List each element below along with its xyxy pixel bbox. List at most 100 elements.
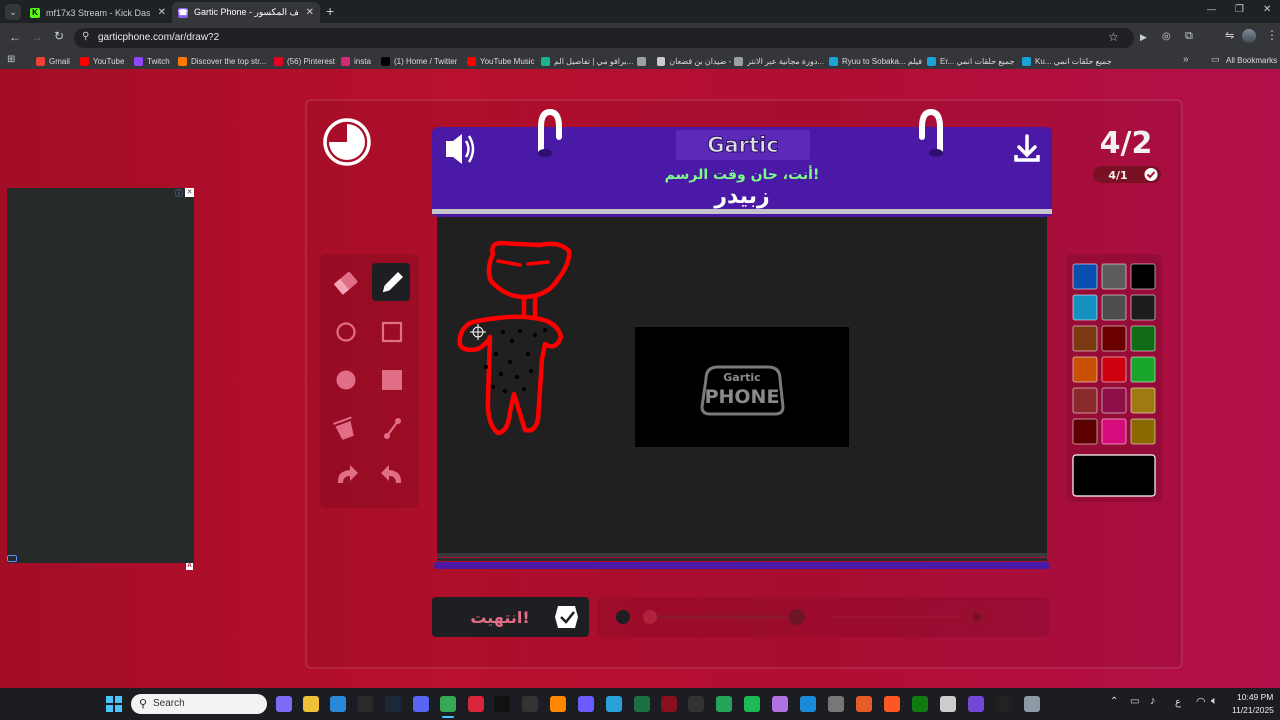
apps-icon[interactable]: ⊞ — [7, 54, 15, 65]
excel-icon[interactable] — [634, 696, 650, 712]
menu-icon[interactable]: ⋮ — [1266, 28, 1278, 42]
tune-icon[interactable]: ⇋ — [1225, 29, 1234, 42]
tray-network-icon[interactable]: ▭ — [1130, 696, 1139, 707]
bookmark-item[interactable]: YouTube Music — [467, 55, 537, 67]
edge-icon[interactable] — [800, 696, 816, 712]
app-play-icon[interactable] — [578, 696, 594, 712]
store-icon[interactable] — [330, 696, 346, 712]
tray-overflow-icon[interactable]: ⌃ — [1110, 696, 1118, 707]
color-swatch[interactable] — [1130, 356, 1156, 383]
color-swatch[interactable] — [1130, 263, 1156, 290]
clock-time[interactable]: 10:49 PM — [1237, 692, 1273, 702]
app-burgundy-icon[interactable] — [661, 696, 677, 712]
site-info-icon[interactable]: ⚲ — [82, 31, 89, 42]
input-language[interactable]: ع — [1175, 697, 1181, 708]
color-swatch[interactable] — [1101, 387, 1127, 414]
color-swatch[interactable] — [1072, 263, 1098, 290]
clipchamp-icon[interactable] — [968, 696, 984, 712]
chrome-icon[interactable] — [440, 696, 456, 712]
start-icon[interactable] — [106, 696, 122, 712]
close-tab-icon[interactable]: ✕ — [158, 7, 166, 18]
color-swatch[interactable] — [1130, 418, 1156, 445]
close-window-button[interactable]: ✕ — [1263, 4, 1271, 15]
bookmark-item[interactable]: (1) Home / Twitter — [381, 55, 463, 67]
address-bar[interactable]: ⚲ garticphone.com/ar/draw?2 ☆ — [74, 28, 1134, 48]
color-swatch[interactable] — [1101, 356, 1127, 383]
bookmark-item[interactable]: Ku... جميع حلقات انمي — [1022, 55, 1112, 67]
brush-size-handle[interactable] — [643, 610, 657, 624]
telegram-icon[interactable] — [606, 696, 622, 712]
clock-date[interactable]: 11/21/2025 — [1232, 705, 1274, 715]
bookmark-item[interactable]: ضيدان بن قضعان -... — [657, 55, 732, 67]
reload-icon[interactable]: ↻ — [54, 29, 64, 43]
spotify-icon[interactable] — [744, 696, 760, 712]
app-red-icon[interactable] — [468, 696, 484, 712]
app-paint-icon[interactable] — [772, 696, 788, 712]
bookmark-favicon-icon — [36, 56, 45, 66]
color-swatch[interactable] — [1072, 294, 1098, 321]
steam-icon[interactable] — [385, 696, 401, 712]
color-swatch[interactable] — [1072, 387, 1098, 414]
bookmark-item[interactable]: (56) Pinterest — [274, 55, 337, 67]
app-minus-icon[interactable] — [688, 696, 704, 712]
bookmark-item[interactable]: Ryuu to Sobaka... فيلم — [829, 55, 924, 67]
capcut-icon[interactable] — [996, 696, 1012, 712]
bookmark-item[interactable]: Twitch — [134, 55, 174, 67]
bookmark-item[interactable] — [637, 55, 651, 67]
app-q-icon[interactable] — [522, 696, 538, 712]
bookmark-item[interactable]: Discover the top str... — [178, 55, 270, 67]
gear-icon[interactable] — [1024, 696, 1040, 712]
color-swatch[interactable] — [1072, 418, 1098, 445]
timer-icon — [323, 118, 371, 166]
wifi-icon[interactable]: ◠ — [1196, 695, 1206, 708]
incognito-icon[interactable]: ◎ — [1162, 31, 1171, 42]
profile-avatar[interactable] — [1242, 29, 1256, 43]
app-vlc-icon[interactable] — [550, 696, 566, 712]
bookmark-item[interactable]: Er... جميع حلقات انمي — [927, 55, 1017, 67]
settings-icon[interactable] — [828, 696, 844, 712]
media-icon[interactable]: ▶ — [1140, 32, 1147, 43]
copilot-icon[interactable] — [276, 696, 292, 712]
tab-kick-dashboard[interactable]: K mf17x3 Stream - Kick Dashboar ✕ — [24, 2, 172, 23]
bookmark-item[interactable]: برافو مي | تفاصيل الم... — [541, 55, 633, 67]
color-swatch[interactable] — [1130, 294, 1156, 321]
minimize-button[interactable]: — — [1207, 4, 1216, 14]
new-tab-button[interactable]: + — [326, 3, 334, 19]
discord-icon[interactable] — [413, 696, 429, 712]
xbox-icon[interactable] — [912, 696, 928, 712]
bookmark-item[interactable]: Gmail — [36, 55, 76, 67]
color-swatch[interactable] — [1072, 356, 1098, 383]
color-swatch[interactable] — [1101, 263, 1127, 290]
extensions-icon[interactable]: ⧉ — [1185, 30, 1193, 43]
app-green-icon[interactable] — [716, 696, 732, 712]
tiktok-icon[interactable] — [494, 696, 510, 712]
file-explorer-icon[interactable] — [303, 696, 319, 712]
color-swatch[interactable] — [1130, 325, 1156, 352]
color-swatch[interactable] — [1072, 325, 1098, 352]
bookmarks-overflow-icon[interactable]: » — [1183, 54, 1189, 65]
app-orange-icon[interactable] — [856, 696, 872, 712]
back-icon[interactable]: ← — [9, 30, 21, 44]
color-swatch[interactable] — [1101, 418, 1127, 445]
bookmark-item[interactable]: insta — [341, 55, 377, 67]
taskbar-search[interactable]: ⚲ Search — [131, 694, 267, 714]
ellipse-filled-icon[interactable] — [336, 370, 356, 390]
tab-gartic-phone[interactable]: ☎ Gartic Phone - الهاتف المكسور ✕ — [172, 2, 320, 23]
volume-icon[interactable]: 🔈︎ — [1211, 695, 1218, 708]
forward-icon[interactable]: → — [31, 30, 43, 44]
restore-button[interactable]: ❐ — [1235, 4, 1244, 15]
app-fire-icon[interactable] — [884, 696, 900, 712]
bookmark-item[interactable]: YouTube — [80, 55, 130, 67]
color-swatch[interactable] — [1101, 294, 1127, 321]
bookmark-item[interactable]: دورة مجانية عبر الانتر... — [734, 55, 824, 67]
close-tab-icon[interactable]: ✕ — [306, 7, 314, 18]
color-swatch[interactable] — [1101, 325, 1127, 352]
tab-search-button[interactable]: ⌄ — [5, 4, 21, 20]
tray-mic-icon[interactable]: ♪ — [1150, 695, 1156, 707]
bookmark-star-icon[interactable]: ☆ — [1108, 30, 1119, 44]
all-bookmarks-link[interactable]: All Bookmarks — [1226, 56, 1277, 65]
epic-games-icon[interactable] — [357, 696, 373, 712]
color-swatch[interactable] — [1130, 387, 1156, 414]
rectangle-filled-icon[interactable] — [382, 370, 402, 390]
roblox-icon[interactable] — [940, 696, 956, 712]
